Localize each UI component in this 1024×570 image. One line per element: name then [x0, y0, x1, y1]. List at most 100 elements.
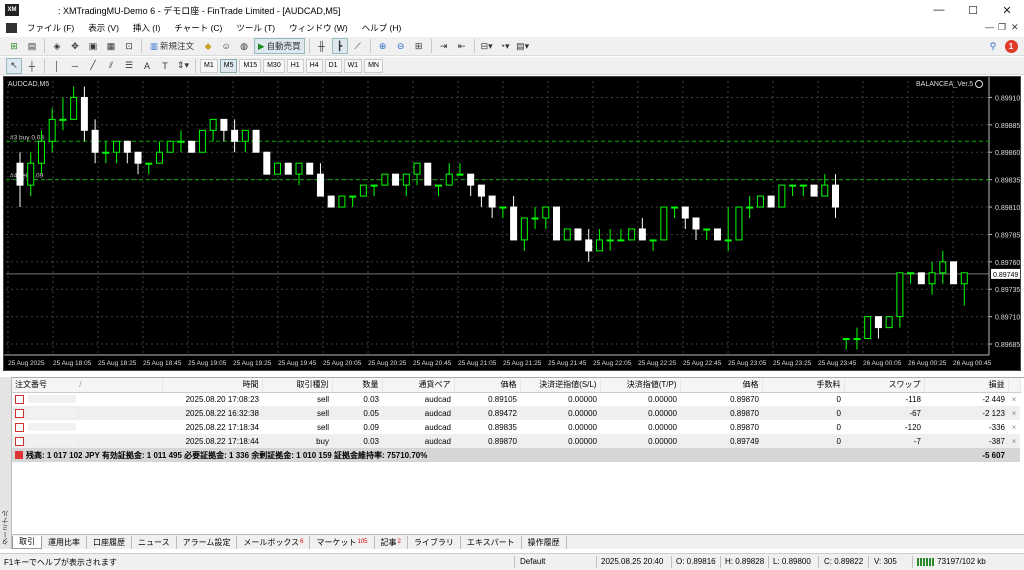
header-current-price[interactable]: 価格	[680, 378, 763, 393]
menu-window[interactable]: ウィンドウ (W)	[282, 22, 355, 34]
tile-windows-icon[interactable]: ⊞	[411, 38, 427, 54]
new-chart-icon[interactable]: ⊞	[6, 38, 22, 54]
candle-body	[263, 151, 271, 175]
terminal-sidebar[interactable]: ターミナル	[0, 377, 12, 549]
header-profit[interactable]: 損益	[924, 378, 1009, 393]
tab-8[interactable]: ライブラリ	[408, 535, 461, 549]
data-window-icon[interactable]: ✥	[67, 38, 83, 54]
search-icon[interactable]: ⚲	[985, 38, 1001, 54]
terminal-icon[interactable]: ▦	[103, 38, 119, 54]
auto-scroll-icon[interactable]: ⇥	[436, 38, 452, 54]
header-price[interactable]: 価格	[454, 378, 521, 393]
meta-editor-icon[interactable]: ◆	[200, 38, 216, 54]
menu-tools[interactable]: ツール (T)	[229, 22, 282, 34]
crosshair-icon[interactable]: ┼	[24, 58, 40, 74]
timeframe-m1[interactable]: M1	[200, 58, 218, 73]
timeframe-w1[interactable]: W1	[343, 58, 363, 73]
tester-icon[interactable]: ⊡	[121, 38, 137, 54]
tab-1[interactable]: 運用比率	[42, 535, 87, 549]
timeframe-mn[interactable]: MN	[364, 58, 383, 73]
chart-shift-icon[interactable]: ⇤	[454, 38, 470, 54]
close-order-button[interactable]: ×	[1008, 434, 1020, 448]
templates-icon[interactable]: ▤▾	[515, 38, 531, 54]
tab-0[interactable]: 取引	[12, 535, 42, 549]
tab-7[interactable]: 記事 2	[375, 535, 408, 549]
tab-5[interactable]: メールボックス 6	[237, 535, 311, 549]
market-watch-icon[interactable]: ◈	[49, 38, 65, 54]
table-row[interactable]: 2025.08.22 17:18:44 buy 0.03 audcad 0.89870 0…	[12, 434, 1020, 448]
text-label-icon[interactable]: T	[157, 58, 173, 74]
notifications-button[interactable]: 1	[1003, 38, 1019, 54]
zoom-in-icon[interactable]: ⊕	[375, 38, 391, 54]
close-order-button[interactable]: ×	[1008, 420, 1020, 434]
header-sl[interactable]: 決済逆指値(S/L)	[520, 378, 601, 393]
timeframe-h4[interactable]: H4	[305, 58, 323, 73]
tab-label: 取引	[19, 537, 35, 546]
tab-3[interactable]: ニュース	[132, 535, 177, 549]
status-high: H: 0.89828	[725, 557, 765, 566]
header-time[interactable]: 時間	[162, 378, 263, 393]
tab-2[interactable]: 口座履歴	[87, 535, 132, 549]
cell-volume: 0.05	[332, 406, 382, 420]
minimize-button[interactable]: —	[922, 0, 956, 20]
mdi-restore-button[interactable]: ❐	[998, 22, 1006, 33]
close-order-button[interactable]: ×	[1008, 406, 1020, 420]
header-symbol[interactable]: 通貨ペア	[382, 378, 455, 393]
candlestick-icon[interactable]: ┣	[331, 38, 348, 54]
timeframe-d1[interactable]: D1	[324, 58, 342, 73]
mdi-close-button[interactable]: ✕	[1011, 22, 1019, 33]
menu-help[interactable]: ヘルプ (H)	[355, 22, 409, 34]
bar-chart-icon[interactable]: ╫	[314, 38, 330, 54]
header-commission[interactable]: 手数料	[762, 378, 845, 393]
zoom-out-icon[interactable]: ⊖	[393, 38, 409, 54]
close-button[interactable]: ✕	[990, 0, 1024, 20]
timeframe-m5[interactable]: M5	[219, 58, 238, 73]
trendline-icon[interactable]: ╱	[85, 58, 101, 74]
tab-4[interactable]: アラーム設定	[177, 535, 238, 549]
cell-type: sell	[316, 422, 329, 432]
maximize-button[interactable]: ☐	[956, 0, 990, 20]
horizontal-line-icon[interactable]: ─	[67, 58, 83, 74]
price-chart[interactable]: 0.89910 0.89885 0.89860 0.89835 0.89810 0.897…	[3, 76, 1021, 371]
table-row[interactable]: 2025.08.22 17:18:34 sell 0.09 audcad 0.89835…	[12, 420, 1020, 434]
connection-status[interactable]: 73197/102 kb	[917, 557, 986, 566]
menu-file[interactable]: ファイル (F)	[20, 22, 81, 34]
candle-body	[241, 129, 249, 142]
timeframe-h1[interactable]: H1	[286, 58, 304, 73]
fibonacci-icon[interactable]: ☰	[121, 58, 137, 74]
menu-insert[interactable]: 挿入 (I)	[126, 22, 167, 34]
header-tp[interactable]: 決済指値(T/P)	[600, 378, 681, 393]
profiles-icon[interactable]: ▤	[24, 38, 40, 54]
time-tick-label: 25 Aug 21:05	[458, 360, 497, 367]
tab-10[interactable]: 操作履歴	[522, 535, 567, 549]
timeframe-m30[interactable]: M30	[263, 58, 285, 73]
header-swap[interactable]: スワップ	[844, 378, 925, 393]
table-row[interactable]: 2025.08.22 16:32:38 sell 0.05 audcad 0.89472…	[12, 406, 1020, 420]
channel-icon[interactable]: ⫽	[103, 58, 119, 74]
header-order-no[interactable]: 注文番号 /	[12, 378, 163, 393]
table-row[interactable]: 2025.08.20 17:08:23 sell 0.03 audcad 0.89105…	[12, 392, 1020, 406]
arrows-icon[interactable]: ⇕▾	[175, 58, 191, 74]
chart-canvas[interactable]: 0.89910 0.89885 0.89860 0.89835 0.89810 0.897…	[4, 77, 1020, 370]
new-order-button[interactable]: ▥ 新規注文	[146, 38, 198, 54]
tab-9[interactable]: エキスパート	[461, 535, 522, 549]
candle-body	[316, 173, 324, 197]
close-order-button[interactable]: ×	[1008, 392, 1020, 406]
mdi-minimize-button[interactable]: —	[985, 22, 994, 32]
auto-trading-button[interactable]: ▶ 自動売買	[254, 38, 305, 54]
tab-6[interactable]: マーケット 105	[310, 535, 375, 549]
timeframe-m15[interactable]: M15	[239, 58, 262, 73]
signals-icon[interactable]: ☺	[218, 38, 234, 54]
navigator-icon[interactable]: ▣	[85, 38, 101, 54]
menu-chart[interactable]: チャート (C)	[167, 22, 229, 34]
menu-view[interactable]: 表示 (V)	[81, 22, 126, 34]
header-volume[interactable]: 数量	[332, 378, 383, 393]
vertical-line-icon[interactable]: │	[49, 58, 65, 74]
vps-icon[interactable]: ◍	[236, 38, 252, 54]
cursor-icon[interactable]: ↖	[6, 57, 22, 74]
line-chart-icon[interactable]: ⟋	[350, 38, 366, 54]
header-type[interactable]: 取引種別	[262, 378, 333, 393]
text-icon[interactable]: A	[139, 58, 155, 74]
indicators-icon[interactable]: ⊟▾	[479, 38, 495, 54]
periods-icon[interactable]: ◔▾	[497, 38, 513, 54]
